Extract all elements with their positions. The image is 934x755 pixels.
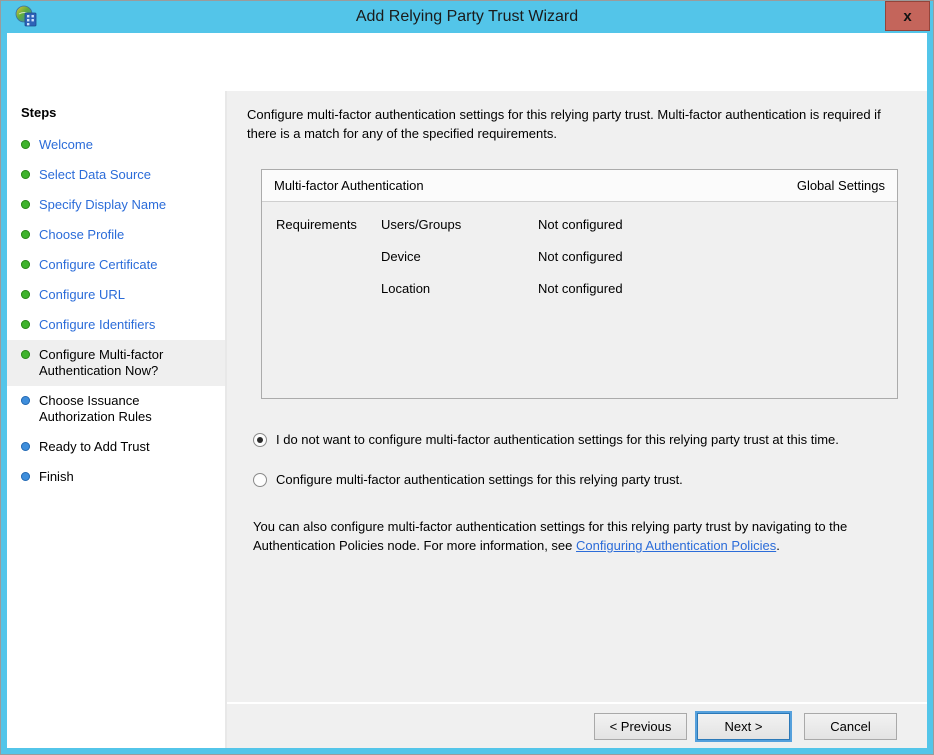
step-done-icon — [21, 200, 30, 209]
radio-selected-icon[interactable] — [253, 433, 267, 447]
steps-sidebar: Steps Welcome Select Data Source Specify… — [7, 91, 227, 748]
sidebar-item-configure-certificate[interactable]: Configure Certificate — [7, 250, 225, 280]
footer-note: You can also configure multi-factor auth… — [253, 517, 913, 555]
sidebar-item-label: Configure URL — [39, 287, 125, 302]
mfa-panel-title: Multi-factor Authentication — [274, 178, 424, 193]
sidebar-item-finish[interactable]: Finish — [7, 462, 225, 492]
wizard-window: Add Relying Party Trust Wizard x Steps W… — [0, 0, 934, 755]
next-button[interactable]: Next > — [697, 712, 790, 740]
sidebar-item-label: Welcome — [39, 137, 93, 152]
cancel-button[interactable]: Cancel — [804, 712, 897, 740]
previous-button[interactable]: < Previous — [594, 712, 687, 740]
radio-option-skip-mfa[interactable]: I do not want to configure multi-factor … — [253, 431, 913, 449]
step-upcoming-icon — [21, 472, 30, 481]
requirement-name: Location — [381, 281, 431, 296]
sidebar-item-label: Ready to Add Trust — [39, 439, 150, 454]
radio-label: Configure multi-factor authentication se… — [276, 472, 683, 487]
requirement-value: Not configured — [538, 249, 623, 264]
close-icon: x — [903, 7, 912, 25]
global-settings-label: Global Settings — [796, 178, 885, 193]
requirement-name: Users/Groups — [381, 217, 462, 232]
wizard-button-bar: < Previous Next > Cancel — [227, 702, 927, 748]
window-title: Add Relying Party Trust Wizard — [355, 8, 579, 25]
requirement-name: Device — [381, 249, 421, 264]
requirement-value: Not configured — [538, 217, 623, 232]
step-done-icon — [21, 230, 30, 239]
step-done-icon — [21, 170, 30, 179]
sidebar-item-label: Finish — [39, 469, 74, 484]
sidebar-item-ready-to-add-trust[interactable]: Ready to Add Trust — [7, 432, 225, 462]
radio-option-configure-mfa[interactable]: Configure multi-factor authentication se… — [253, 471, 913, 489]
step-upcoming-icon — [21, 442, 30, 451]
sidebar-item-label: Choose Issuance Authorization Rules — [39, 393, 152, 424]
mfa-settings-panel: Multi-factor Authentication Global Setti… — [261, 169, 898, 399]
close-button[interactable]: x — [885, 1, 930, 31]
page-intro-text: Configure multi-factor authentication se… — [247, 107, 881, 141]
requirement-value: Not configured — [538, 281, 623, 296]
step-current-icon — [21, 350, 30, 359]
sidebar-item-configure-identifiers[interactable]: Configure Identifiers — [7, 310, 225, 340]
radio-unselected-icon[interactable] — [253, 473, 267, 487]
sidebar-item-welcome[interactable]: Welcome — [7, 130, 225, 160]
steps-header: Steps — [21, 105, 57, 120]
sidebar-item-label: Configure Certificate — [39, 257, 158, 272]
mfa-requirements-table: Requirements Users/Groups Not configured… — [262, 202, 897, 398]
sidebar-item-select-data-source[interactable]: Select Data Source — [7, 160, 225, 190]
sidebar-item-choose-profile[interactable]: Choose Profile — [7, 220, 225, 250]
window-body: Steps Welcome Select Data Source Specify… — [7, 33, 927, 748]
header-band — [7, 33, 927, 91]
step-done-icon — [21, 290, 30, 299]
footer-text-after: . — [776, 538, 780, 553]
requirements-row-label: Requirements — [276, 217, 357, 232]
sidebar-item-specify-display-name[interactable]: Specify Display Name — [7, 190, 225, 220]
step-done-icon — [21, 260, 30, 269]
sidebar-item-configure-url[interactable]: Configure URL — [7, 280, 225, 310]
configuring-authentication-policies-link[interactable]: Configuring Authentication Policies — [576, 538, 776, 553]
step-done-icon — [21, 320, 30, 329]
step-upcoming-icon — [21, 396, 30, 405]
sidebar-item-label: Specify Display Name — [39, 197, 167, 212]
step-done-icon — [21, 140, 30, 149]
sidebar-item-label: Select Data Source — [39, 167, 152, 182]
sidebar-item-label: Choose Profile — [39, 227, 125, 242]
sidebar-item-choose-issuance-authorization-rules[interactable]: Choose Issuance Authorization Rules — [7, 386, 225, 432]
titlebar: Add Relying Party Trust Wizard x — [7, 1, 930, 33]
radio-label: I do not want to configure multi-factor … — [276, 432, 839, 447]
sidebar-item-label: Configure Identifiers — [39, 317, 156, 332]
sidebar-item-configure-mfa-now[interactable]: Configure Multi-factor Authentication No… — [7, 340, 225, 386]
sidebar-item-label: Configure Multi-factor Authentication No… — [39, 347, 164, 378]
wizard-page-content: Configure multi-factor authentication se… — [227, 91, 927, 702]
adfs-app-icon — [15, 5, 39, 29]
mfa-panel-header: Multi-factor Authentication Global Setti… — [262, 170, 897, 202]
